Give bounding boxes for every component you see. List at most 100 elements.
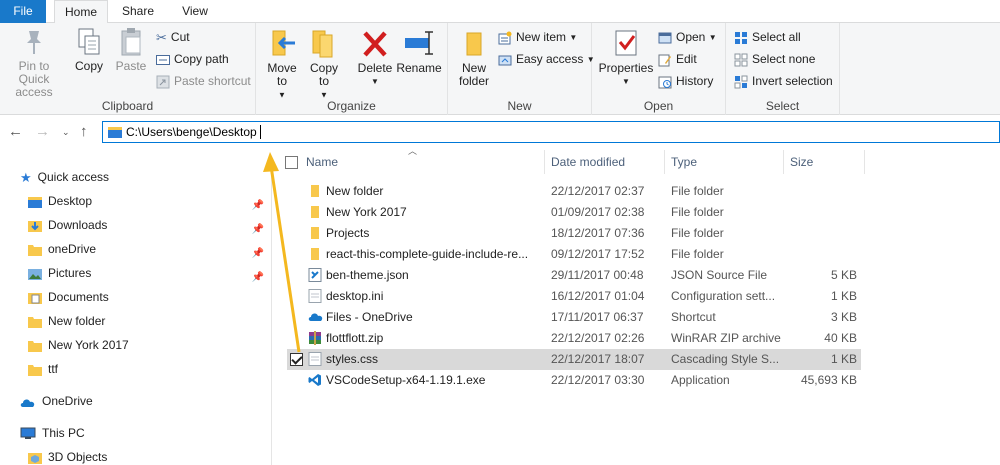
file-date: 17/11/2017 06:37 <box>551 310 644 324</box>
copy-to-label: Copy to <box>309 61 338 88</box>
open-dropdown-icon: ▼ <box>708 32 717 42</box>
sidebar-item-3d-objects[interactable]: 3D Objects <box>28 446 107 465</box>
select-all-checkbox[interactable] <box>285 156 298 169</box>
open-group-label: Open <box>643 99 674 113</box>
sidebar-item-documents[interactable]: Documents <box>28 286 109 308</box>
delete-button[interactable]: Delete ▼ <box>354 27 396 88</box>
tab-file[interactable]: File <box>0 0 46 23</box>
sidebar-item-new-folder[interactable]: New folder <box>28 310 105 332</box>
properties-label: Properties <box>598 61 654 75</box>
file-date: 29/11/2017 00:48 <box>551 268 644 282</box>
sidebar-item-quick-access[interactable]: ★ Quick access <box>20 166 109 188</box>
vscode-exe-icon <box>308 374 321 386</box>
copy-to-dropdown-icon: ▼ <box>320 90 328 100</box>
copy-path-button[interactable]: Copy path <box>156 49 229 69</box>
file-type: Cascading Style S... <box>671 352 780 366</box>
easy-access-button[interactable]: Easy access ▼ <box>498 49 595 69</box>
invert-selection-label: Invert selection <box>752 74 833 88</box>
edit-button[interactable]: Edit <box>658 49 697 69</box>
paste-shortcut-icon <box>156 75 170 89</box>
select-none-button[interactable]: Select none <box>734 49 815 69</box>
organize-group-label: Organize <box>327 99 376 113</box>
sidebar-item-onedrive[interactable]: OneDrive <box>20 390 93 412</box>
file-type: Configuration sett... <box>671 289 776 303</box>
new-folder-button[interactable]: New folder <box>454 27 494 88</box>
this-pc-label: This PC <box>42 426 85 440</box>
file-row[interactable]: react-this-complete-guide-include-re... … <box>287 244 861 265</box>
address-bar[interactable]: C:\Users\benge\Desktop <box>102 121 1000 143</box>
move-to-icon <box>272 30 295 56</box>
sidebar-item-desktop[interactable]: Desktop 📌 <box>28 190 272 212</box>
copy-to-button[interactable]: Copy to ▼ <box>306 27 342 101</box>
tab-view[interactable]: View <box>170 0 220 23</box>
address-row: ← → ⌄ ↑ C:\Users\benge\Desktop <box>0 115 1000 148</box>
desktop-folder-icon <box>108 127 122 138</box>
downloads-icon <box>28 220 42 232</box>
file-row[interactable]: Projects 18/12/2017 07:36 File folder <box>287 223 861 244</box>
file-type: Application <box>671 373 730 387</box>
file-row[interactable]: New folder 22/12/2017 02:37 File folder <box>287 181 861 202</box>
sidebar-item-label: Documents <box>48 290 109 304</box>
recent-locations-chevron-icon[interactable]: ⌄ <box>62 127 70 138</box>
file-name: flottflott.zip <box>326 331 384 345</box>
tab-home[interactable]: Home <box>54 0 108 24</box>
file-type: JSON Source File <box>671 268 768 282</box>
sidebar-item-label: ttf <box>48 362 59 376</box>
forward-arrow-icon[interactable]: → <box>35 123 50 140</box>
file-row[interactable]: VSCodeSetup-x64-1.19.1.exe 22/12/2017 03… <box>287 370 861 391</box>
file-name: Projects <box>326 226 370 240</box>
new-item-label: New item <box>516 30 567 44</box>
file-name: Files - OneDrive <box>326 310 413 324</box>
invert-selection-button[interactable]: Invert selection <box>734 71 833 91</box>
history-button[interactable]: History <box>658 71 713 91</box>
file-row[interactable]: ben-theme.json 29/11/2017 00:48 JSON Sou… <box>287 265 861 286</box>
file-row[interactable]: Files - OneDrive 17/11/2017 06:37 Shortc… <box>287 307 861 328</box>
column-size[interactable]: Size <box>784 150 865 174</box>
sidebar-item-onedrive-folder[interactable]: oneDrive 📌 <box>28 238 272 260</box>
column-date-modified[interactable]: Date modified <box>545 150 665 174</box>
pin-to-quick-access-button[interactable]: Pin to Quick access <box>0 27 68 99</box>
new-item-icon <box>498 31 512 45</box>
sidebar-item-this-pc[interactable]: This PC <box>20 422 85 444</box>
sidebar-item-new-york-2017[interactable]: New York 2017 <box>28 334 129 356</box>
file-date: 22/12/2017 03:30 <box>551 373 645 387</box>
copy-icon <box>78 28 100 55</box>
open-button[interactable]: Open ▼ <box>658 27 717 47</box>
paste-icon <box>121 28 141 56</box>
pin-icon <box>27 31 41 54</box>
select-all-button[interactable]: Select all <box>734 27 801 47</box>
file-row[interactable]: flottflott.zip 22/12/2017 02:26 WinRAR Z… <box>287 328 861 349</box>
paste-shortcut-button[interactable]: Paste shortcut <box>156 71 251 91</box>
3d-objects-label: 3D Objects <box>48 450 108 464</box>
paste-button[interactable]: Paste <box>112 27 150 73</box>
properties-button[interactable]: Properties ▼ <box>598 27 654 88</box>
folder-icon <box>28 316 42 328</box>
sidebar-item-ttf[interactable]: ttf <box>28 358 58 380</box>
up-arrow-icon[interactable]: ↑ <box>80 123 88 140</box>
back-arrow-icon[interactable]: ← <box>8 123 23 140</box>
file-row[interactable]: New York 2017 01/09/2017 02:38 File fold… <box>287 202 861 223</box>
sidebar-item-downloads[interactable]: Downloads 📌 <box>28 214 272 236</box>
column-type[interactable]: Type <box>665 150 784 174</box>
pin-icon[interactable]: 📌 <box>252 267 264 289</box>
ribbon: Pin to Quick access Copy Paste ✂ Cut Copy… <box>0 23 1000 115</box>
column-name[interactable]: Name <box>300 150 545 174</box>
file-row-selected[interactable]: styles.css 22/12/2017 18:07 Cascading St… <box>287 349 861 370</box>
tab-share[interactable]: Share <box>113 0 163 23</box>
navigation-pane: ★ Quick access Desktop 📌 Downloads 📌 oneD… <box>0 160 272 465</box>
row-checkbox[interactable] <box>290 353 303 366</box>
file-row[interactable]: desktop.ini 16/12/2017 01:04 Configurati… <box>287 286 861 307</box>
select-all-label: Select all <box>752 30 801 44</box>
new-group-label: New <box>507 99 532 113</box>
folder-icon <box>311 185 319 197</box>
sidebar-item-pictures[interactable]: Pictures 📌 <box>28 262 272 284</box>
cut-button[interactable]: ✂ Cut <box>156 27 190 47</box>
scissors-icon: ✂ <box>156 29 167 45</box>
new-item-button[interactable]: New item ▼ <box>498 27 577 47</box>
copy-button[interactable]: Copy <box>70 27 108 73</box>
file-name: react-this-complete-guide-include-re... <box>326 247 529 261</box>
move-to-button[interactable]: Move to ▼ <box>264 27 300 101</box>
rename-button[interactable]: Rename <box>396 27 442 75</box>
new-folder-label: New folder <box>458 61 490 88</box>
history-icon <box>658 76 672 89</box>
